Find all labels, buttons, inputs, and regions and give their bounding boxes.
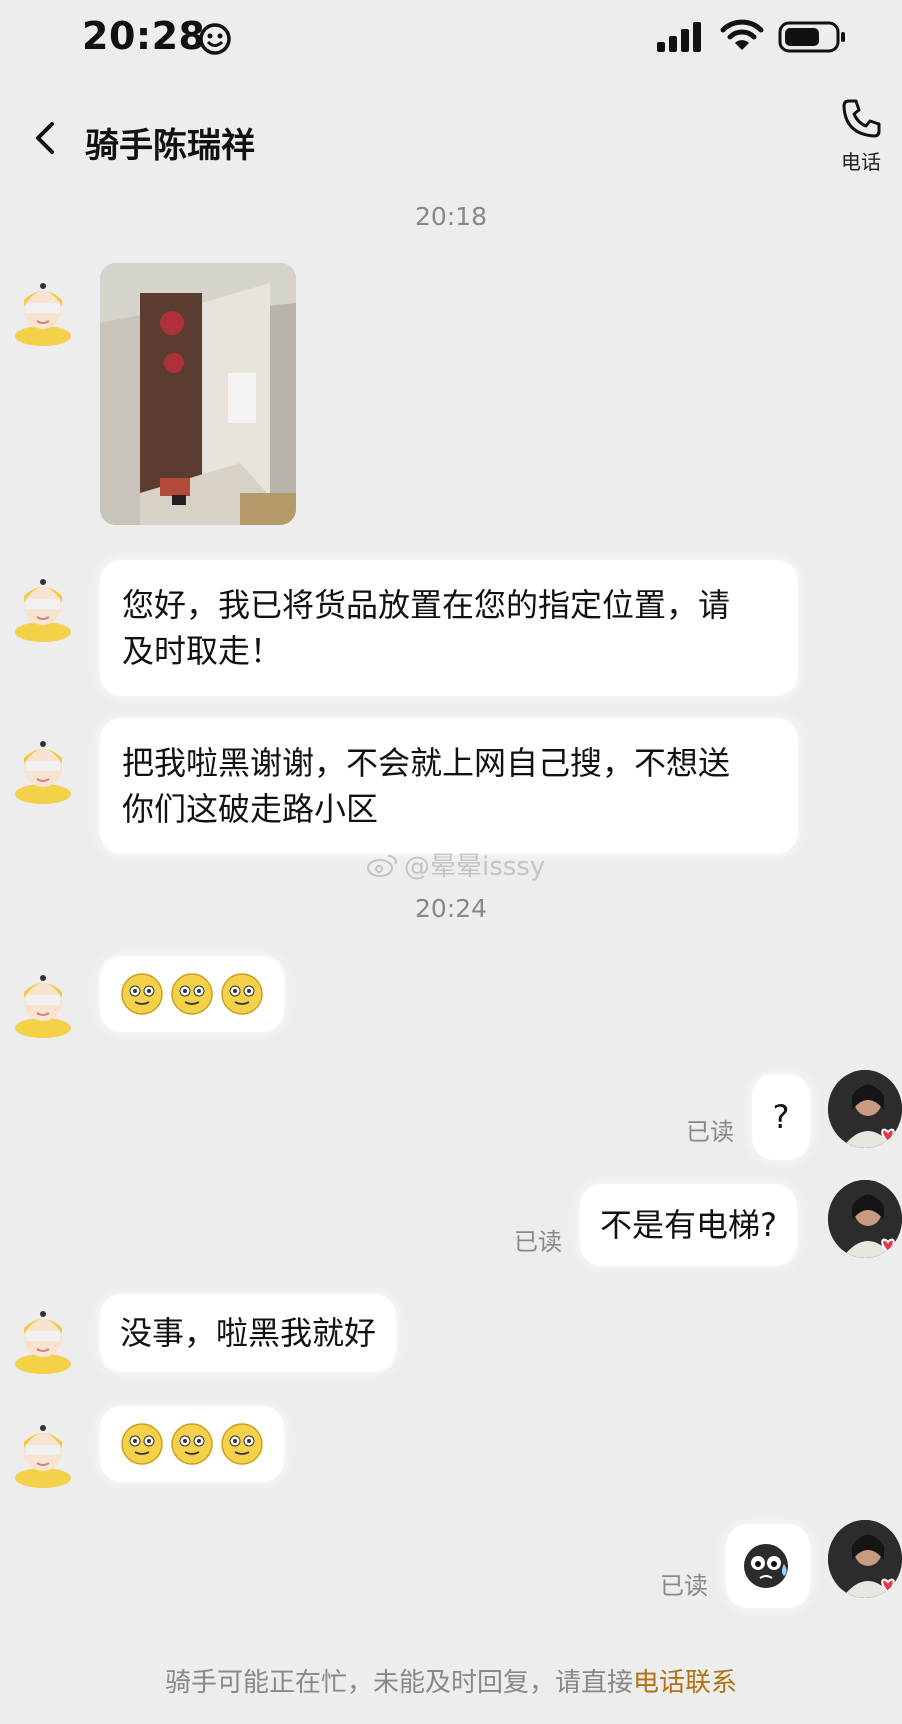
- message-bubble[interactable]: [100, 1406, 284, 1482]
- rider-avatar[interactable]: [12, 1418, 74, 1488]
- rider-avatar[interactable]: [12, 276, 74, 346]
- user-avatar[interactable]: [828, 1180, 902, 1258]
- footer-notice: 骑手可能正在忙，未能及时回复，请直接电话联系: [0, 1662, 902, 1699]
- back-arrow-icon[interactable]: [30, 118, 60, 158]
- message-bubble[interactable]: [100, 956, 284, 1032]
- rider-avatar[interactable]: [12, 1304, 74, 1374]
- battery-icon: [778, 21, 845, 53]
- read-receipt: 已读: [660, 1572, 708, 1600]
- call-button[interactable]: 电话: [830, 96, 892, 186]
- message-bubble[interactable]: [726, 1524, 810, 1608]
- watermark-text: @晕晕isssy: [404, 852, 546, 882]
- status-bar: 20:28: [0, 0, 902, 80]
- timestamp: 20:18: [414, 202, 488, 231]
- rider-avatar[interactable]: [12, 734, 74, 804]
- message-bubble[interactable]: 不是有电梯?: [580, 1184, 797, 1266]
- watermark: @晕晕isssy: [366, 846, 545, 883]
- smile-icon: [221, 1423, 263, 1465]
- smile-icon: [171, 1423, 213, 1465]
- smile-icon: [121, 973, 163, 1015]
- rider-avatar[interactable]: [12, 572, 74, 642]
- smile-icon: [121, 1423, 163, 1465]
- message-bubble[interactable]: ?: [752, 1074, 810, 1160]
- call-label: 电话: [841, 150, 881, 174]
- signal-icon: [657, 22, 701, 52]
- phone-icon: [842, 99, 881, 138]
- read-receipt: 已读: [514, 1228, 562, 1256]
- message-line: 您好，我已将货品放置在您的指定位置，请: [122, 586, 731, 624]
- smile-icon: [221, 973, 263, 1015]
- user-avatar[interactable]: [828, 1070, 902, 1148]
- status-time: 20:28: [82, 14, 206, 58]
- delivery-photo[interactable]: [100, 263, 296, 525]
- footer-notice-text: 骑手可能正在忙，未能及时回复，请直接: [164, 1668, 633, 1698]
- rider-avatar[interactable]: [12, 968, 74, 1038]
- message-bubble[interactable]: 把我啦黑谢谢，不会就上网自己搜，不想送 你们这破走路小区: [100, 718, 798, 854]
- message-bubble[interactable]: 没事，啦黑我就好: [100, 1294, 397, 1372]
- smiley-status-icon: [199, 23, 231, 55]
- chat-title: 骑手陈瑞祥: [85, 126, 255, 166]
- message-bubble[interactable]: 您好，我已将货品放置在您的指定位置，请 及时取走！: [100, 560, 798, 696]
- smile-icon: [171, 973, 213, 1015]
- weibo-logo-icon: [367, 854, 397, 877]
- dizzy-face-sticker: [744, 1544, 788, 1588]
- message-line: 及时取走！: [122, 632, 283, 670]
- chat-header: 骑手陈瑞祥 电话: [0, 80, 902, 190]
- timestamp: 20:24: [414, 894, 488, 923]
- wifi-icon: [720, 19, 764, 50]
- read-receipt: 已读: [686, 1118, 734, 1146]
- message-line: 把我啦黑谢谢，不会就上网自己搜，不想送: [122, 744, 731, 782]
- message-line: 你们这破走路小区: [122, 790, 379, 828]
- phone-contact-link[interactable]: 电话联系: [633, 1668, 737, 1698]
- user-avatar[interactable]: [828, 1520, 902, 1598]
